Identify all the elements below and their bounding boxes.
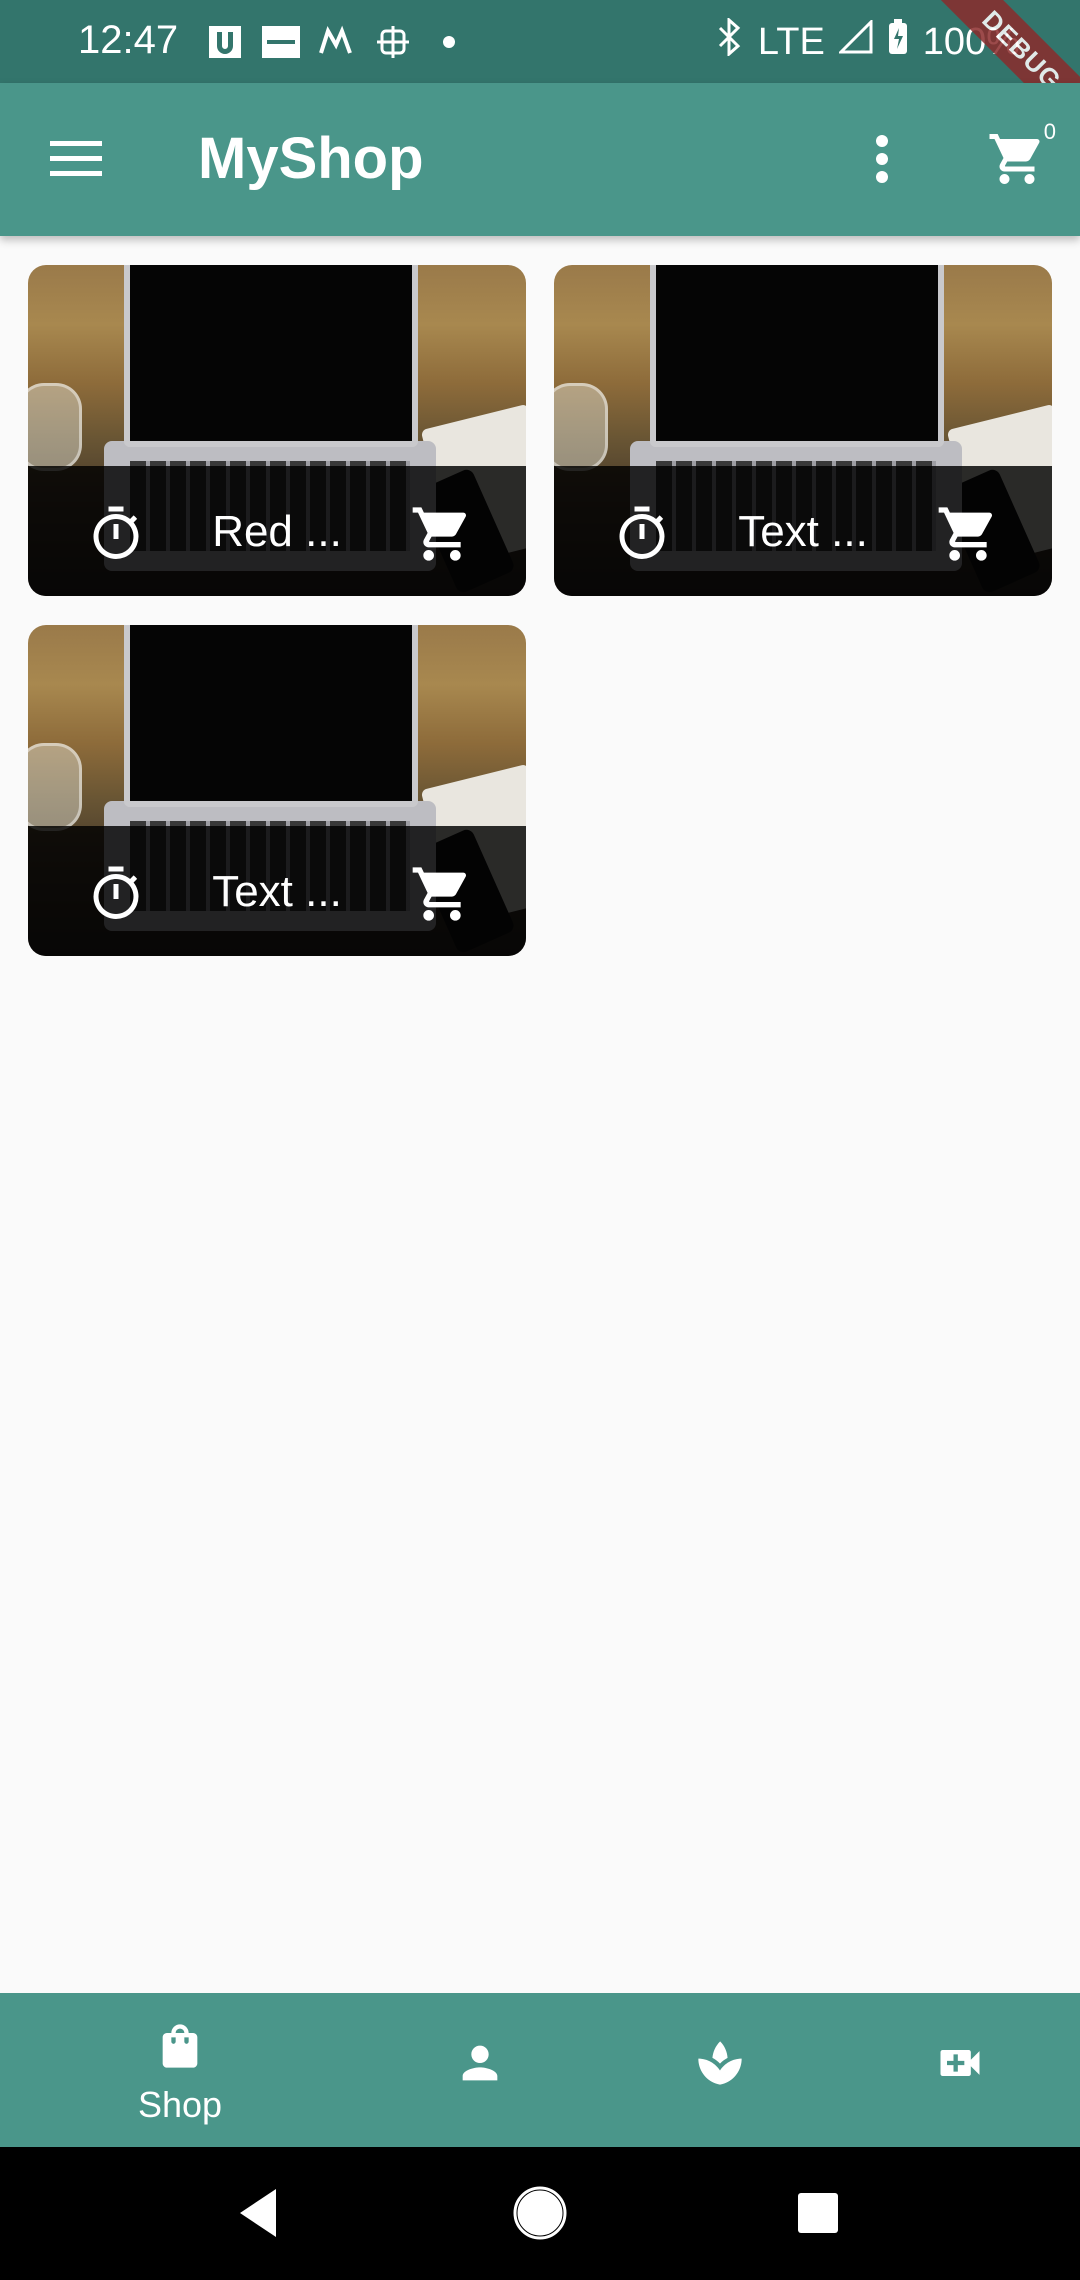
app-bar: MyShop 0 <box>0 83 1080 236</box>
nav-item-shop[interactable]: Shop <box>90 2017 270 2126</box>
more-options-button[interactable] <box>846 123 918 195</box>
bluetooth-icon <box>714 16 744 66</box>
add-to-cart-icon[interactable] <box>410 502 474 566</box>
page-title: MyShop <box>198 126 424 191</box>
recents-icon[interactable] <box>786 2181 850 2245</box>
product-tile-footer: Red ... <box>28 466 526 596</box>
more-vert-icon <box>876 135 888 183</box>
home-icon[interactable] <box>508 2181 572 2245</box>
spa-leaf-icon <box>698 2041 742 2085</box>
video-call-icon <box>940 2050 980 2076</box>
nav-item-profile[interactable] <box>390 2037 570 2094</box>
dot-icon <box>430 23 468 61</box>
screen-icon <box>374 23 412 61</box>
nav-item-spa[interactable] <box>630 2037 810 2094</box>
back-icon[interactable] <box>226 2181 290 2245</box>
zomato-icon <box>262 23 300 61</box>
add-to-cart-icon[interactable] <box>410 862 474 926</box>
product-tile[interactable]: Text ... <box>554 265 1052 596</box>
nav-label-shop: Shop <box>137 2084 223 2125</box>
battery-icon <box>887 18 909 66</box>
status-bar: 12:47 LTE 100% DEBUG <box>0 0 1080 151</box>
system-navigation-bar <box>0 2147 1080 2280</box>
notification-icons <box>206 20 468 64</box>
shopping-bag-icon <box>162 2024 198 2068</box>
cart-button[interactable]: 0 <box>972 119 1062 199</box>
shopping-cart-icon <box>989 134 1040 184</box>
status-time: 12:47 <box>78 18 179 62</box>
mydukaan-icon <box>318 23 356 61</box>
signal-icon <box>837 18 873 64</box>
menu-button[interactable] <box>40 123 112 195</box>
product-tile[interactable]: Text ... <box>28 625 526 956</box>
product-tile[interactable]: Red ... <box>28 265 526 596</box>
bottom-navigation: Shop <box>0 1993 1080 2147</box>
add-to-cart-icon[interactable] <box>936 502 1000 566</box>
product-tile-footer: Text ... <box>554 466 1052 596</box>
product-tile-footer: Text ... <box>28 826 526 956</box>
nav-item-video[interactable] <box>870 2037 1050 2094</box>
uber-icon <box>206 23 244 61</box>
cart-count-badge: 0 <box>1043 119 1056 144</box>
network-label: LTE <box>757 20 825 63</box>
person-icon <box>462 2045 498 2081</box>
menu-icon <box>50 141 102 176</box>
